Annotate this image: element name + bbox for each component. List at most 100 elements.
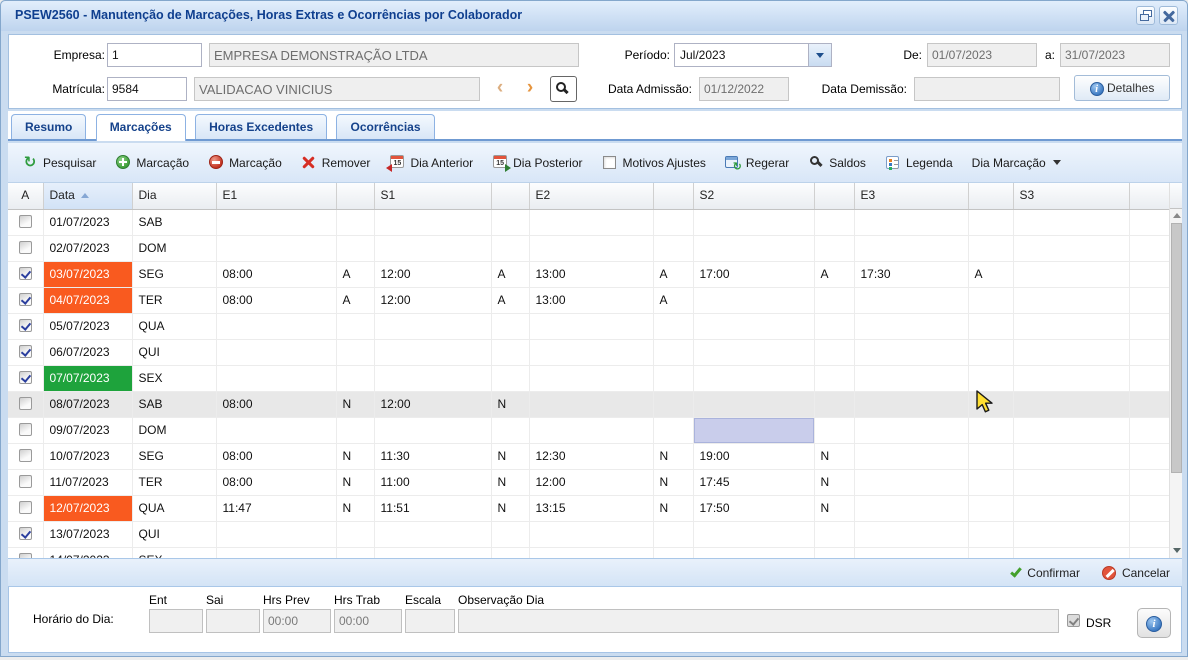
cell-f6[interactable]	[1129, 417, 1169, 443]
cell-s1[interactable]	[374, 547, 491, 558]
cell-f1[interactable]: N	[336, 495, 374, 521]
cell-s2[interactable]	[693, 339, 814, 365]
cell-e1[interactable]	[216, 235, 336, 261]
search-employee-button[interactable]	[550, 76, 577, 102]
cell-date[interactable]: 01/07/2023	[43, 209, 132, 235]
row-checkbox-unchecked[interactable]	[19, 215, 32, 228]
cell-date[interactable]: 13/07/2023	[43, 521, 132, 547]
cell-s2[interactable]	[693, 209, 814, 235]
periodo-combobox[interactable]: Jul/2023	[674, 43, 832, 67]
cell-s1[interactable]: 12:00	[374, 391, 491, 417]
cell-dia[interactable]: TER	[132, 287, 216, 313]
cell-s3[interactable]	[1013, 235, 1129, 261]
cell-e2[interactable]	[529, 209, 653, 235]
cell-date[interactable]: 05/07/2023	[43, 313, 132, 339]
previous-employee-button[interactable]: ‹	[487, 77, 513, 101]
detalhes-button[interactable]: i Detalhes	[1074, 75, 1170, 101]
cell-f5[interactable]	[968, 339, 1013, 365]
cell-f4[interactable]	[814, 313, 854, 339]
cell-s1[interactable]: 11:30	[374, 443, 491, 469]
cell-f5[interactable]	[968, 235, 1013, 261]
cell-f2[interactable]	[491, 209, 529, 235]
column-header-f1[interactable]	[336, 183, 374, 209]
cell-dia[interactable]: QUA	[132, 495, 216, 521]
cell-e2[interactable]	[529, 417, 653, 443]
cell-f4[interactable]: N	[814, 495, 854, 521]
row-checkbox-unchecked[interactable]	[19, 475, 32, 488]
remover-button[interactable]: Remover	[295, 152, 377, 173]
cell-f6[interactable]	[1129, 495, 1169, 521]
cell-date[interactable]: 02/07/2023	[43, 235, 132, 261]
cell-f1[interactable]	[336, 235, 374, 261]
cell-date[interactable]: 11/07/2023	[43, 469, 132, 495]
cell-e3[interactable]	[854, 547, 968, 558]
cell-f6[interactable]	[1129, 313, 1169, 339]
cell-f2[interactable]: N	[491, 443, 529, 469]
column-header-e1[interactable]: E1	[216, 183, 336, 209]
row-checkbox-checked[interactable]	[19, 293, 32, 306]
cell-e1[interactable]	[216, 417, 336, 443]
cell-dia[interactable]: QUA	[132, 313, 216, 339]
cell-e1[interactable]: 08:00	[216, 391, 336, 417]
dia-posterior-button[interactable]: Dia Posterior	[486, 152, 588, 173]
cell-f3[interactable]: N	[653, 495, 693, 521]
dia-marcacao-menu-button[interactable]: Dia Marcação	[966, 153, 1067, 173]
saldos-button[interactable]: Saldos	[802, 152, 872, 173]
row-checkbox-unchecked[interactable]	[19, 397, 32, 410]
cell-s3[interactable]	[1013, 365, 1129, 391]
scroll-up-button[interactable]	[1170, 209, 1182, 222]
cell-e1[interactable]	[216, 521, 336, 547]
cell-e2[interactable]: 13:00	[529, 261, 653, 287]
cell-s2[interactable]	[693, 391, 814, 417]
cell-s1[interactable]: 11:51	[374, 495, 491, 521]
info-button[interactable]: i	[1137, 608, 1171, 638]
cell-f2[interactable]	[491, 521, 529, 547]
cell-s1[interactable]	[374, 339, 491, 365]
cell-e3[interactable]	[854, 495, 968, 521]
cell-e2[interactable]	[529, 313, 653, 339]
column-header-e3[interactable]: E3	[854, 183, 968, 209]
cell-e3[interactable]	[854, 417, 968, 443]
cell-f2[interactable]: A	[491, 287, 529, 313]
cell-f5[interactable]	[968, 209, 1013, 235]
cancelar-button[interactable]: Cancelar	[1102, 566, 1170, 580]
cell-e2[interactable]	[529, 547, 653, 558]
tab-horas-excedentes[interactable]: Horas Excedentes	[195, 114, 327, 139]
cell-f5[interactable]	[968, 469, 1013, 495]
cell-f2[interactable]: N	[491, 391, 529, 417]
cell-s3[interactable]	[1013, 391, 1129, 417]
scroll-down-button[interactable]	[1170, 544, 1182, 557]
cell-f1[interactable]	[336, 547, 374, 558]
cell-dia[interactable]: SEX	[132, 547, 216, 558]
cell-s2[interactable]	[693, 547, 814, 558]
motivos-ajustes-button[interactable]: Motivos Ajustes	[596, 152, 712, 173]
cell-f4[interactable]	[814, 287, 854, 313]
row-checkbox-unchecked[interactable]	[19, 501, 32, 514]
scrollbar-thumb[interactable]	[1171, 223, 1182, 473]
cell-date[interactable]: 10/07/2023	[43, 443, 132, 469]
cell-f5[interactable]	[968, 443, 1013, 469]
cell-e1[interactable]	[216, 547, 336, 558]
column-header-f2[interactable]	[491, 183, 529, 209]
cell-f5[interactable]	[968, 313, 1013, 339]
row-select-cell[interactable]	[8, 547, 43, 558]
row-select-cell[interactable]	[8, 391, 43, 417]
cell-e3[interactable]	[854, 391, 968, 417]
cell-f1[interactable]: N	[336, 391, 374, 417]
cell-dia[interactable]: DOM	[132, 417, 216, 443]
row-checkbox-unchecked[interactable]	[19, 553, 32, 558]
cell-s2[interactable]: 19:00	[693, 443, 814, 469]
cell-f2[interactable]: N	[491, 469, 529, 495]
cell-f5[interactable]	[968, 521, 1013, 547]
row-checkbox-checked[interactable]	[19, 319, 32, 332]
cell-f4[interactable]	[814, 417, 854, 443]
cell-dia[interactable]: SEX	[132, 365, 216, 391]
row-select-cell[interactable]	[8, 521, 43, 547]
cell-s3[interactable]	[1013, 339, 1129, 365]
cell-e3[interactable]	[854, 443, 968, 469]
cell-f4[interactable]: N	[814, 469, 854, 495]
cell-f3[interactable]	[653, 365, 693, 391]
cell-e2[interactable]	[529, 391, 653, 417]
cell-date[interactable]: 12/07/2023	[43, 495, 132, 521]
adicionar-marcacao-button[interactable]: Marcação	[109, 152, 195, 173]
